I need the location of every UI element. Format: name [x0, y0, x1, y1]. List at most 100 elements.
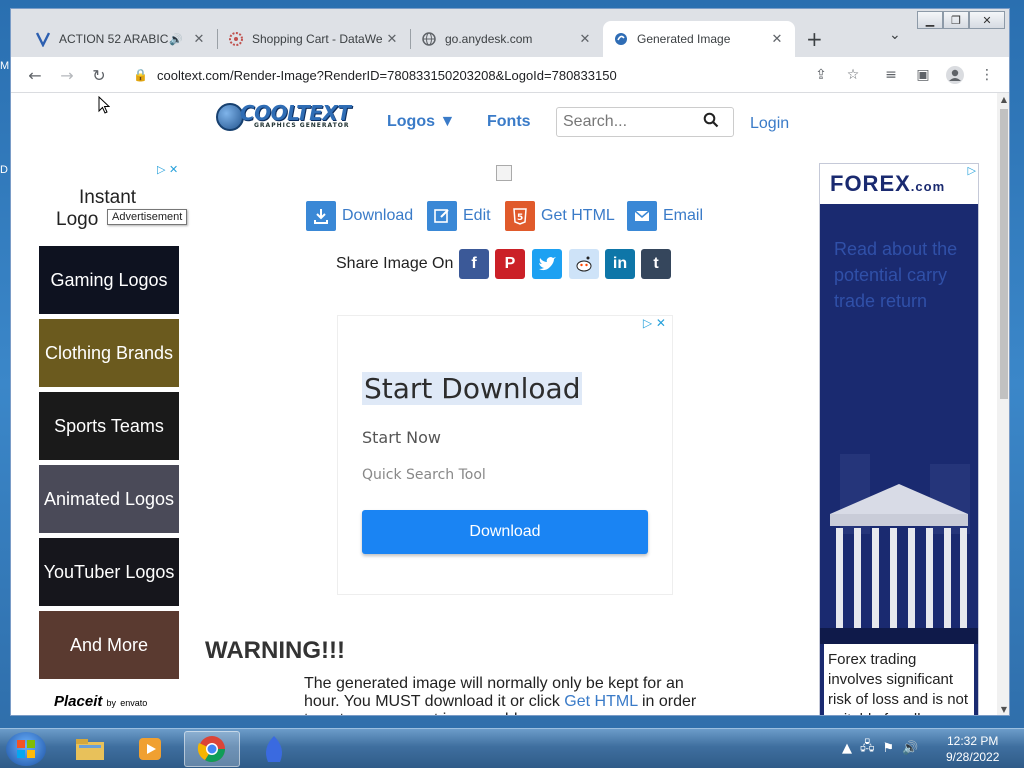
share-icon[interactable]: ⇪ — [811, 65, 831, 85]
side-panel-icon[interactable]: ▣ — [913, 65, 933, 85]
adchoices-icon[interactable]: ▷ — [968, 164, 976, 177]
edit-link[interactable]: Edit — [427, 201, 491, 231]
tab-title: Generated Image — [637, 32, 731, 46]
ad-subline: Quick Search Tool — [362, 467, 486, 483]
speaker-icon[interactable]: 🔊 — [169, 33, 183, 46]
category-label: Animated Logos — [43, 489, 175, 509]
show-hidden-icons-icon[interactable]: ▲ — [842, 741, 852, 756]
email-link[interactable]: Email — [627, 201, 703, 231]
tab-generated-image[interactable]: Generated Image ✕ — [603, 21, 795, 57]
reddit-icon[interactable] — [569, 249, 599, 279]
login-link[interactable]: Login — [750, 115, 789, 133]
close-icon[interactable]: ✕ — [577, 31, 593, 47]
reading-list-icon[interactable]: ≡ — [881, 65, 901, 85]
menu-icon[interactable]: ⋮ — [977, 65, 997, 85]
category-tile[interactable]: YouTuber Logos — [39, 538, 179, 606]
category-tile[interactable]: And More — [39, 611, 179, 679]
system-clock[interactable]: 12:32 PM 9/28/2022 — [946, 733, 999, 765]
get-html-inline-link[interactable]: Get HTML — [564, 693, 637, 710]
category-tile[interactable]: Gaming Logos — [39, 246, 179, 314]
download-label: Download — [342, 207, 414, 224]
nav-logos[interactable]: Logos ▼ — [387, 113, 455, 131]
share-label: Share Image On — [336, 255, 454, 272]
get-html-label: Get HTML — [541, 207, 615, 224]
volume-icon[interactable]: 🔊 — [902, 741, 918, 756]
tab-shopping-cart[interactable]: Shopping Cart - DataWe ✕ — [218, 21, 410, 57]
close-icon[interactable]: ✕ — [384, 31, 400, 47]
forex-brand-suffix: .com — [910, 179, 946, 194]
ad-download-button[interactable]: Download — [362, 510, 648, 554]
new-tab-icon[interactable]: + — [806, 27, 823, 51]
forex-message: Read about the potential carry trade ret… — [834, 239, 958, 311]
file-explorer-icon[interactable] — [62, 731, 118, 767]
bookmark-star-icon[interactable]: ☆ — [843, 65, 863, 85]
pinterest-icon[interactable]: P — [495, 249, 525, 279]
reload-icon[interactable]: ↻ — [87, 63, 111, 87]
back-icon[interactable]: ← — [23, 63, 47, 87]
forward-icon[interactable]: → — [55, 63, 79, 87]
search-input[interactable] — [563, 113, 703, 131]
center-advertisement[interactable]: ▷ ✕ Start Download Start Now Quick Searc… — [337, 315, 673, 595]
scroll-down-icon[interactable]: ▼ — [997, 703, 1009, 715]
clock-date: 9/28/2022 — [946, 750, 1000, 764]
download-icon — [306, 201, 336, 231]
email-label: Email — [663, 207, 704, 224]
network-icon[interactable]: 🖧 — [860, 737, 875, 759]
maximize-icon[interactable]: ❐ — [943, 11, 969, 29]
search-box — [556, 107, 734, 137]
close-icon[interactable]: ✕ — [191, 31, 207, 47]
adchoices-icon[interactable]: ▷ ✕ — [157, 163, 178, 176]
nav-fonts[interactable]: Fonts — [487, 113, 531, 131]
lock-icon: 🔒 — [133, 68, 148, 82]
tab-search-icon[interactable]: ⌄ — [889, 27, 901, 43]
placeit-logo[interactable]: Placeit by envato — [54, 693, 147, 710]
warning-body: The generated image will normally only b… — [304, 675, 704, 715]
profile-avatar-icon[interactable] — [945, 65, 965, 85]
close-icon[interactable]: ✕ — [769, 31, 785, 47]
logo-subtitle: GRAPHICS GENERATOR — [254, 122, 350, 129]
warning-title: WARNING!!! — [205, 637, 345, 664]
email-icon — [627, 201, 657, 231]
tab-title: ACTION 52 ARABIC — [59, 32, 169, 46]
page-scrollbar[interactable]: ▲ ▼ — [997, 93, 1009, 715]
media-player-icon[interactable] — [122, 731, 178, 767]
adchoices-icon[interactable]: ▷ ✕ — [643, 316, 666, 330]
category-tile[interactable]: Sports Teams — [39, 392, 179, 460]
ad-text-line: Instant — [79, 187, 137, 208]
linkedin-icon[interactable]: in — [605, 249, 635, 279]
category-label: Sports Teams — [54, 416, 164, 436]
scrollbar-thumb[interactable] — [1000, 109, 1008, 399]
category-label: And More — [69, 635, 149, 655]
search-icon[interactable] — [703, 112, 719, 132]
forex-header: FOREX.com — [820, 164, 978, 204]
right-advertisement[interactable]: FOREX.com ▷ Read about the potential car… — [819, 163, 979, 715]
scroll-up-icon[interactable]: ▲ — [997, 93, 1009, 107]
edit-icon — [427, 201, 457, 231]
action-center-flag-icon[interactable]: ⚑ — [883, 741, 895, 756]
cooltext-icon — [613, 31, 629, 47]
tab-action52[interactable]: ACTION 52 ARABIC 🔊 ✕ — [25, 21, 217, 57]
v-logo-icon — [35, 31, 51, 47]
twitter-icon[interactable] — [532, 249, 562, 279]
cooltext-logo[interactable]: COOLTEXT GRAPHICS GENERATOR — [216, 101, 352, 131]
start-button[interactable] — [6, 732, 46, 766]
edit-label: Edit — [463, 207, 491, 224]
facebook-icon[interactable]: f — [459, 249, 489, 279]
category-label: YouTuber Logos — [43, 562, 175, 582]
tab-anydesk[interactable]: go.anydesk.com ✕ — [411, 21, 603, 57]
chrome-icon[interactable] — [184, 731, 240, 767]
anydesk-app-icon[interactable] — [246, 731, 302, 767]
html5-icon: 5 — [505, 201, 535, 231]
left-advertisement[interactable]: ▷ ✕ Instant Logo Advertisement — [39, 163, 189, 233]
get-html-link[interactable]: 5 Get HTML — [505, 201, 615, 231]
ad-subline: Start Now — [362, 428, 442, 447]
desktop-fragment: D — [0, 164, 8, 176]
minimize-icon[interactable]: ▁ — [917, 11, 943, 29]
tumblr-icon[interactable]: t — [641, 249, 671, 279]
close-window-icon[interactable]: ✕ — [969, 11, 1005, 29]
category-tile[interactable]: Clothing Brands — [39, 319, 179, 387]
category-tile[interactable]: Animated Logos — [39, 465, 179, 533]
download-link[interactable]: Download — [306, 201, 413, 231]
address-bar[interactable]: 🔒 cooltext.com/Render-Image?RenderID=780… — [129, 61, 869, 89]
tab-title: go.anydesk.com — [445, 32, 533, 46]
